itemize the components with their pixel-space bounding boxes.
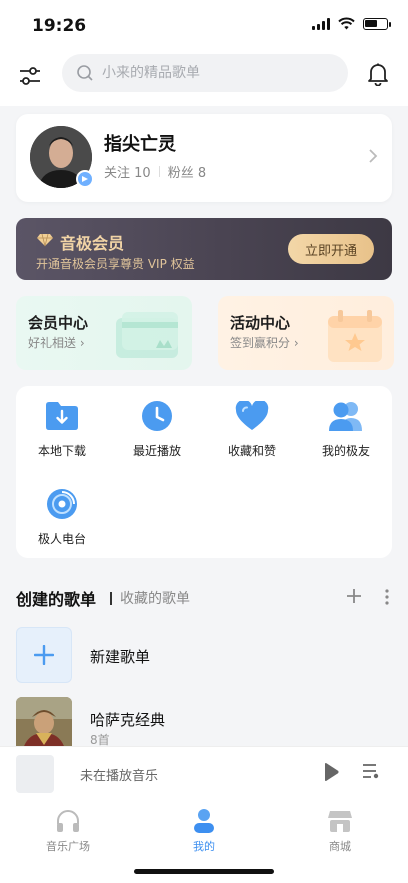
player-status-text: 未在播放音乐 <box>80 769 159 784</box>
shortcut-label: 最近播放 <box>132 444 181 458</box>
search-input[interactable] <box>102 65 322 81</box>
shortcut-my-friends[interactable]: 我的极友 <box>306 398 386 459</box>
shop-icon <box>300 808 380 834</box>
member-center-card[interactable]: 会员中心 好礼相送 › <box>16 296 192 370</box>
search-bar[interactable] <box>62 54 348 92</box>
playlist-section-header: 创建的歌单 收藏的歌单 <box>16 586 392 612</box>
shortcut-label: 收藏和赞 <box>227 444 276 458</box>
new-playlist-cover <box>16 627 72 683</box>
member-center-title: 会员中心 <box>28 314 89 332</box>
open-vip-button[interactable]: 立即开通 <box>288 234 374 264</box>
status-bar: 19:26 <box>0 0 408 50</box>
shortcut-label: 极人电台 <box>37 532 86 546</box>
diamond-icon <box>36 232 54 251</box>
tab-music-square[interactable]: 音乐广场 <box>28 808 108 854</box>
headphones-icon <box>28 808 108 834</box>
profile-card[interactable]: 指尖亡灵 关注 10 粉丝 8 <box>16 114 392 202</box>
search-icon <box>77 65 93 81</box>
vip-banner[interactable]: 音极会员 开通音极会员享尊贵 VIP 权益 立即开通 <box>16 218 392 280</box>
user-icon <box>164 808 244 834</box>
profile-stats: 关注 10 粉丝 8 <box>104 162 206 181</box>
wifi-icon <box>338 17 355 30</box>
membership-card-icon <box>112 308 184 368</box>
shortcut-local-download[interactable]: 本地下载 <box>22 398 102 459</box>
queue-list-icon <box>363 764 379 779</box>
playlist-name: 哈萨克经典 <box>90 711 166 729</box>
bell-icon <box>368 63 388 86</box>
vip-description: 开通音极会员享尊贵 VIP 权益 <box>36 257 195 271</box>
activity-center-title: 活动中心 <box>230 314 291 332</box>
playlist-row[interactable]: 哈萨克经典 8首 <box>16 697 392 746</box>
tab-collected-playlists[interactable]: 收藏的歌单 <box>120 588 190 608</box>
clock-icon <box>139 398 175 434</box>
heart-icon <box>234 398 270 434</box>
profile-name: 指尖亡灵 <box>104 134 176 155</box>
calendar-icon <box>324 308 386 370</box>
plus-icon <box>347 589 361 603</box>
shortcut-label: 我的极友 <box>321 444 370 458</box>
tab-created-playlists[interactable]: 创建的歌单 <box>16 586 96 610</box>
battery-icon <box>363 17 391 30</box>
shortcut-label: 本地下载 <box>37 444 86 458</box>
vip-title: 音极会员 <box>60 234 125 253</box>
vip-badge-icon <box>76 170 94 188</box>
member-center-subtitle: 好礼相送 › <box>28 336 85 350</box>
tab-label: 商城 <box>329 840 351 853</box>
shortcut-favorites[interactable]: 收藏和赞 <box>212 398 292 459</box>
chevron-right-icon <box>368 148 378 168</box>
playlist-cover <box>16 697 72 746</box>
top-bar <box>0 50 408 106</box>
status-icons <box>312 17 391 30</box>
shortcut-grid: 本地下载 最近播放 收藏和赞 我的极友 极人电台 <box>16 386 392 558</box>
playlist-count: 8首 <box>90 733 110 746</box>
friends-icon <box>328 398 364 434</box>
shortcut-radio[interactable]: 极人电台 <box>22 486 102 547</box>
tab-label: 音乐广场 <box>46 840 90 853</box>
following-count[interactable]: 关注 10 <box>104 162 151 181</box>
status-time: 19:26 <box>32 16 87 36</box>
tab-label: 我的 <box>193 840 215 853</box>
tab-shop[interactable]: 商城 <box>300 808 380 854</box>
section-divider <box>110 592 112 605</box>
activity-center-subtitle: 签到赢积分 › <box>230 336 299 350</box>
home-indicator <box>134 869 274 874</box>
download-folder-icon <box>44 398 80 434</box>
notifications-button[interactable] <box>364 60 392 88</box>
cellular-signal-icon <box>312 17 330 30</box>
shortcut-recent-play[interactable]: 最近播放 <box>117 398 197 459</box>
followers-count[interactable]: 粉丝 8 <box>168 162 206 181</box>
more-vertical-icon <box>385 589 389 605</box>
playlist-queue-button[interactable] <box>362 763 380 783</box>
play-button[interactable] <box>322 762 340 786</box>
sliders-icon <box>20 67 40 85</box>
play-icon <box>325 763 339 781</box>
tab-mine[interactable]: 我的 <box>164 808 244 854</box>
radio-icon <box>44 486 80 522</box>
add-playlist-button[interactable] <box>346 588 362 608</box>
more-options-button[interactable] <box>384 588 390 610</box>
playlist-name: 新建歌单 <box>90 648 151 666</box>
player-cover <box>16 755 54 793</box>
new-playlist-row[interactable]: 新建歌单 <box>16 627 392 685</box>
stats-divider <box>158 166 160 177</box>
activity-center-card[interactable]: 活动中心 签到赢积分 › <box>218 296 394 370</box>
mini-player[interactable]: 未在播放音乐 <box>0 746 408 800</box>
plus-icon <box>34 645 54 665</box>
settings-sliders-button[interactable] <box>16 62 44 90</box>
